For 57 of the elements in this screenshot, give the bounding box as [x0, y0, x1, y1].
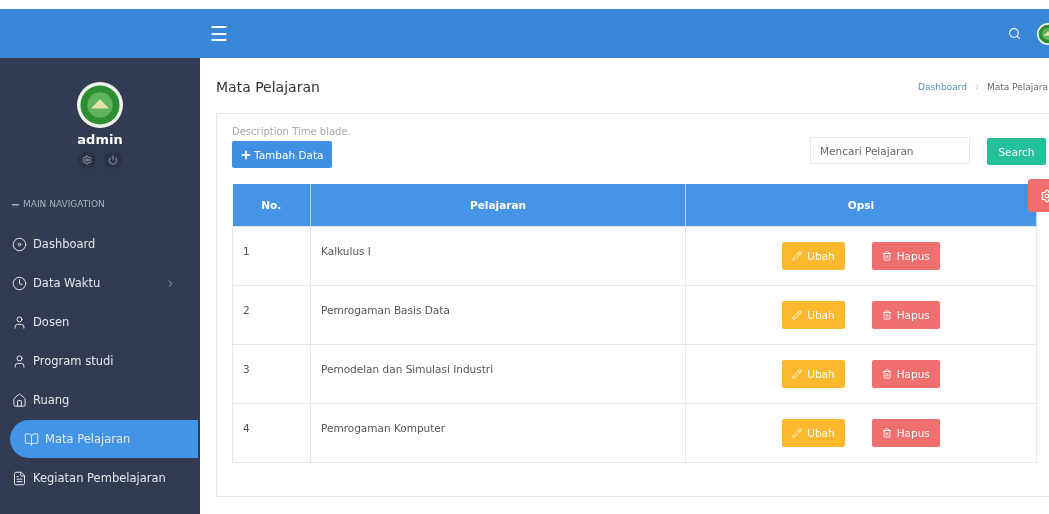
delete-button[interactable]: Hapus	[871, 359, 940, 388]
trash-icon	[881, 427, 892, 438]
pencil-icon	[792, 427, 803, 438]
nav-item[interactable]: Kegiatan Pembelajaran	[0, 459, 198, 497]
nav-item[interactable]: Data Waktu	[0, 264, 198, 302]
delete-button[interactable]: Hapus	[871, 241, 940, 270]
trash-icon	[881, 250, 892, 261]
edit-button[interactable]: Ubah	[782, 300, 845, 329]
section-title: MAIN NAVIGATION	[23, 199, 105, 209]
menu-button[interactable]: ☰	[200, 21, 238, 46]
search-icon[interactable]	[1008, 27, 1021, 40]
nav-item[interactable]: Mata Pelajaran	[10, 420, 198, 458]
table-cell: Pemrogaman Komputer	[310, 403, 686, 462]
table-cell: 3	[232, 344, 311, 403]
document-icon	[12, 470, 27, 486]
add-data-button[interactable]: Tambah Data	[232, 141, 332, 168]
settings-button[interactable]	[78, 151, 96, 169]
breadcrumb-link[interactable]: Dashboard	[918, 82, 967, 92]
nav-item[interactable]: Program studi	[0, 342, 198, 380]
search-field[interactable]: Mencari Pelajaran	[810, 137, 970, 164]
trash-icon	[881, 309, 892, 320]
page-title: Mata Pelajaran	[216, 79, 320, 95]
gear-icon	[82, 155, 92, 165]
nav-item[interactable]: Ruang	[0, 381, 198, 419]
power-button[interactable]	[104, 151, 122, 169]
nav-item[interactable]: Dosen	[0, 303, 198, 341]
pencil-icon	[792, 368, 803, 379]
table-cell: Pemodelan dan Simulasi Industri	[310, 344, 686, 403]
logo-icon	[77, 82, 123, 128]
book-icon	[24, 431, 39, 447]
pencil-icon	[792, 250, 803, 261]
table-cell: 4	[232, 403, 311, 462]
user-icon	[12, 314, 27, 330]
user-icon	[12, 353, 27, 369]
plus-icon	[240, 148, 252, 161]
table-cell: 1	[232, 226, 311, 285]
search-button[interactable]: Search	[987, 138, 1046, 165]
edit-button[interactable]: Ubah	[782, 359, 845, 388]
table-cell: 2	[232, 285, 311, 344]
table-cell: Kalkulus I	[310, 226, 686, 285]
trash-icon	[881, 368, 892, 379]
delete-button[interactable]: Hapus	[871, 418, 940, 447]
table-cell: Pemrogaman Basis Data	[310, 285, 686, 344]
clock-icon	[12, 275, 27, 291]
home-icon	[12, 392, 27, 408]
power-icon	[108, 155, 118, 165]
breadcrumb-current: Mata Pelajara	[986, 82, 1048, 92]
column-header: No.	[232, 184, 311, 226]
edit-button[interactable]: Ubah	[782, 241, 845, 270]
description-text: Description Time blade.	[232, 126, 352, 137]
nav-item[interactable]: Dashboard	[0, 225, 198, 263]
delete-button[interactable]: Hapus	[871, 300, 940, 329]
user-name: admin	[77, 132, 123, 147]
column-header: Pelajaran	[310, 184, 686, 226]
edit-button[interactable]: Ubah	[782, 418, 845, 447]
column-header: Opsi	[685, 184, 1037, 226]
pencil-icon	[792, 309, 803, 320]
